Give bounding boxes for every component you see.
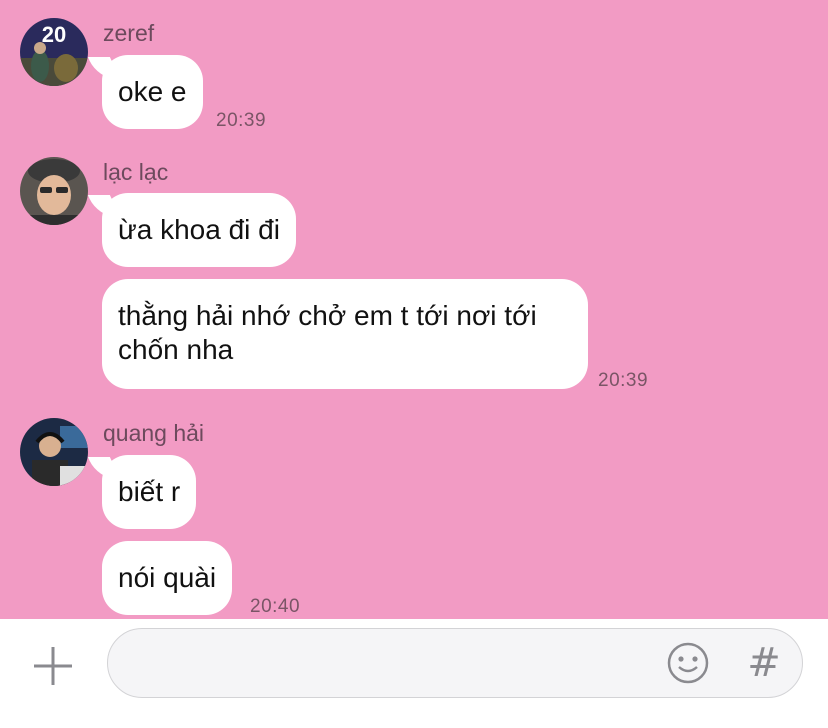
message-input-field[interactable] xyxy=(132,645,656,683)
message-bubble[interactable]: oke e xyxy=(102,55,203,129)
message-bubble[interactable]: thằng hải nhớ chở em t tới nơi tới chốn … xyxy=(102,279,588,389)
hashtag-button[interactable]: # xyxy=(744,639,784,687)
message-bubble[interactable]: ừa khoa đi đi xyxy=(102,193,296,267)
avatar-quang-hai[interactable] xyxy=(20,418,88,486)
avatar-lac-lac[interactable] xyxy=(20,157,88,225)
message-time: 20:39 xyxy=(598,370,649,391)
message-text: nói quài xyxy=(118,562,217,593)
message-text: thằng hải nhớ chở em t tới nơi tới chốn … xyxy=(118,300,537,365)
chat-area: 20 zeref oke e 20:39 lạc lạc ừa khoa đi … xyxy=(0,0,828,619)
emoji-icon[interactable] xyxy=(666,641,710,685)
avatar-zeref-icon: 20 xyxy=(20,18,88,86)
avatar-quang-hai-icon xyxy=(20,418,88,486)
message-time: 20:39 xyxy=(216,110,267,131)
message-text: oke e xyxy=(118,76,187,107)
message-bubble[interactable]: biết r xyxy=(102,455,197,529)
message-text: ừa khoa đi đi xyxy=(118,214,280,245)
svg-text:20: 20 xyxy=(42,22,66,47)
avatar-lac-lac-icon xyxy=(20,157,88,225)
sender-name: quang hải xyxy=(103,420,205,446)
message-text: biết r xyxy=(118,476,181,507)
message-time: 20:40 xyxy=(250,596,301,617)
sender-name: lạc lạc xyxy=(103,159,169,185)
plus-icon[interactable] xyxy=(30,643,76,689)
sender-name: zeref xyxy=(103,20,155,46)
message-bubble[interactable]: nói quài xyxy=(102,541,233,615)
avatar-zeref[interactable]: 20 xyxy=(20,18,88,86)
